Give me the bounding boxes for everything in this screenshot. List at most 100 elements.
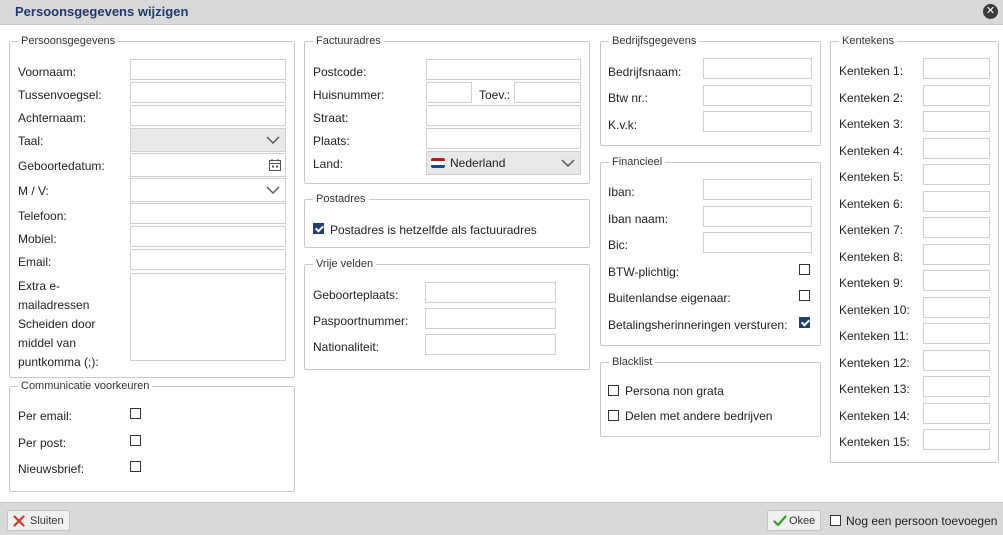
huisnummer-input[interactable] [426,82,472,103]
kenteken-input[interactable] [923,58,990,79]
kenteken-input[interactable] [923,164,990,185]
kenteken-input[interactable] [923,323,990,344]
chevron-down-icon [266,136,280,144]
kenteken-label: Kenteken 10: [839,303,910,317]
plaats-label: Plaats: [313,134,350,148]
chevron-down-icon [266,186,280,194]
extra-email-label: Extra e- mailadressen Scheiden door midd… [18,277,99,372]
kenteken-input[interactable] [923,403,990,424]
kenteken-input[interactable] [923,85,990,106]
kenteken-label: Kenteken 4: [839,144,904,158]
straat-label: Straat: [313,111,349,125]
toev-input[interactable] [514,82,581,103]
kenteken-input[interactable] [923,138,990,159]
extra-email-label-line: middel van [18,336,77,350]
kenteken-label: Kenteken 13: [839,382,910,396]
postcode-input[interactable] [426,59,581,80]
nieuwsbrief-label: Nieuwsbrief: [18,462,85,476]
btw-plichtig-checkbox[interactable] [799,264,810,275]
group-postadres: Postadres [304,194,590,248]
extra-email-label-line: puntkomma (;): [18,355,99,369]
nationaliteit-input[interactable] [425,334,556,355]
per-email-label: Per email: [18,409,73,423]
iban-input[interactable] [703,179,812,200]
land-value: Nederland [450,156,506,170]
iban-naam-label: Iban naam: [608,212,669,226]
kenteken-label: Kenteken 15: [839,435,910,449]
kenteken-label: Kenteken 11: [839,329,909,343]
achternaam-input[interactable] [130,105,286,126]
geboorteplaats-input[interactable] [425,282,556,303]
toev-label: Toev.: [479,88,511,102]
land-select[interactable]: Nederland [426,151,581,175]
iban-label: Iban: [608,185,635,199]
telefoon-label: Telefoon: [18,209,67,223]
tussenvoegsel-label: Tussenvoegsel: [18,88,102,102]
group-legend: Postadres [316,193,366,205]
taal-select[interactable] [130,128,286,152]
group-legend: Vrije velden [316,258,374,270]
chevron-down-icon [561,159,575,167]
kenteken-input[interactable] [923,270,990,291]
kenteken-label: Kenteken 2: [839,91,904,105]
kenteken-label: Kenteken 3: [839,117,904,131]
tussenvoegsel-input[interactable] [130,82,286,103]
email-label: Email: [18,255,52,269]
telefoon-input[interactable] [130,203,286,224]
sluiten-label: Sluiten [30,515,64,527]
calendar-icon[interactable] [268,158,282,172]
sluiten-button[interactable]: Sluiten [7,510,70,531]
kenteken-input[interactable] [923,350,990,371]
extra-email-textarea[interactable] [130,273,286,361]
kenteken-input[interactable] [923,191,990,212]
voornaam-label: Voornaam: [18,65,77,79]
kenteken-input[interactable] [923,111,990,132]
bic-input[interactable] [703,232,812,253]
group-legend: Bedrijfsgegevens [612,35,697,47]
postcode-label: Postcode: [313,65,367,79]
extra-email-label-line: Scheiden door [18,317,96,331]
nationaliteit-label: Nationaliteit: [313,340,380,354]
netherlands-flag-icon [431,158,445,168]
kenteken-input[interactable] [923,297,990,318]
buitenlandse-eigenaar-checkbox[interactable] [799,290,810,301]
kenteken-label: Kenteken 5: [839,170,904,184]
paspoortnummer-input[interactable] [425,308,556,329]
per-post-label: Per post: [18,436,67,450]
kvk-input[interactable] [703,111,812,132]
group-legend: Communicatie voorkeuren [21,380,150,392]
persona-non-grata-checkbox[interactable] [608,385,619,396]
nieuwsbrief-checkbox[interactable] [130,461,141,472]
bic-label: Bic: [608,238,629,252]
iban-naam-input[interactable] [703,206,812,227]
kenteken-input[interactable] [923,429,990,450]
mv-select[interactable] [130,178,286,202]
okee-button[interactable]: Okee [767,510,821,531]
per-post-checkbox[interactable] [130,435,141,446]
close-icon[interactable]: ✕ [983,4,998,19]
mobiel-input[interactable] [130,226,286,247]
group-legend: Blacklist [612,356,653,368]
btw-nr-input[interactable] [703,85,812,106]
betalingsherinneringen-checkbox[interactable] [799,317,810,328]
geboorteplaats-label: Geboorteplaats: [313,288,399,302]
geboortedatum-input[interactable] [130,153,286,177]
kenteken-input[interactable] [923,217,990,238]
taal-label: Taal: [18,134,44,148]
postadres-same-checkbox[interactable] [313,223,324,234]
group-legend: Persoonsgegevens [21,35,116,47]
kenteken-input[interactable] [923,376,990,397]
achternaam-label: Achternaam: [18,111,87,125]
kenteken-input[interactable] [923,244,990,265]
extra-email-label-line: Extra e- [18,279,61,293]
plaats-input[interactable] [426,128,581,149]
straat-input[interactable] [426,105,581,126]
delen-checkbox[interactable] [608,410,619,421]
email-input[interactable] [130,249,286,270]
nog-een-persoon-checkbox[interactable] [830,515,841,526]
per-email-checkbox[interactable] [130,408,141,419]
bedrijfsnaam-input[interactable] [703,58,812,79]
voornaam-input[interactable] [130,59,286,80]
check-icon [773,515,787,527]
group-legend: Factuuradres [316,35,381,47]
